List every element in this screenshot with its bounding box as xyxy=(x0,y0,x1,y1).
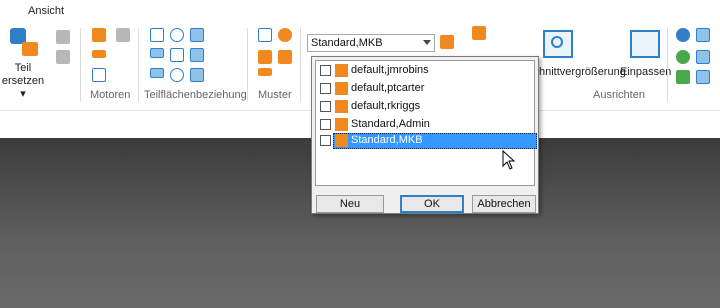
formula-icon[interactable] xyxy=(92,68,106,82)
group-separator xyxy=(247,28,248,102)
item-label: Standard,Admin xyxy=(351,118,430,130)
grid-icon[interactable] xyxy=(472,26,486,40)
distance-icon[interactable] xyxy=(170,48,184,62)
style-icon xyxy=(335,64,348,77)
item-label: Standard,MKB xyxy=(351,134,423,146)
free-orbit-icon[interactable] xyxy=(676,50,690,64)
group-separator xyxy=(138,28,139,102)
group-label-muster: Muster xyxy=(258,89,292,101)
fit-view-label[interactable]: Einpassen xyxy=(620,66,671,78)
group-separator xyxy=(667,28,668,102)
style-combo[interactable]: Standard,MKB xyxy=(307,34,435,52)
cam-icon[interactable] xyxy=(190,68,204,82)
item-label: default,rkriggs xyxy=(351,100,421,112)
zoom-area-label[interactable]: hnittvergrößerung xyxy=(539,66,626,78)
spring-icon[interactable] xyxy=(92,50,106,58)
style-icon xyxy=(335,82,348,95)
list-item[interactable]: Standard,Admin xyxy=(318,117,536,133)
parallel-icon[interactable] xyxy=(150,48,164,58)
camera-icon[interactable] xyxy=(696,70,710,84)
replace-part-icon[interactable] xyxy=(10,28,40,58)
look-at-icon[interactable] xyxy=(696,28,710,42)
cancel-button[interactable]: Abbrechen xyxy=(472,195,536,213)
item-label: default,jmrobins xyxy=(351,64,429,76)
replace-part-label-2: ersetzen ▾ xyxy=(1,75,45,100)
list-item[interactable]: default,rkriggs xyxy=(318,99,536,115)
style-combo-value: Standard,MKB xyxy=(311,37,383,49)
item-checkbox[interactable] xyxy=(320,83,331,94)
linear-motor-icon[interactable] xyxy=(116,28,130,42)
style-dropdown-panel: default,jmrobins default,ptcarter defaul… xyxy=(311,56,539,214)
pattern-icon[interactable] xyxy=(258,28,272,42)
component-copy-icon[interactable] xyxy=(56,50,70,64)
style-icon xyxy=(335,134,348,147)
sketch-pattern-icon[interactable] xyxy=(278,50,292,64)
concentric-icon[interactable] xyxy=(170,28,184,42)
item-label: default,ptcarter xyxy=(351,82,425,94)
ok-button[interactable]: OK xyxy=(400,195,464,213)
ribbon-tab-row: Ansicht xyxy=(0,0,720,22)
mirror-icon[interactable] xyxy=(258,50,272,64)
style-icon xyxy=(335,118,348,131)
perpendicular-icon[interactable] xyxy=(150,68,164,78)
rotate-icon[interactable] xyxy=(676,70,690,84)
component-icon[interactable] xyxy=(56,30,70,44)
gear-icon[interactable] xyxy=(170,68,184,82)
item-checkbox[interactable] xyxy=(320,65,331,76)
mouse-cursor-icon xyxy=(502,150,516,170)
list-item[interactable]: default,ptcarter xyxy=(318,81,536,97)
group-label-ausrichten: Ausrichten xyxy=(593,89,645,101)
replace-part-button[interactable]: Teil ersetzen ▾ xyxy=(0,62,46,101)
list-item-selected[interactable]: Standard,MKB xyxy=(318,133,537,149)
tangent-icon[interactable] xyxy=(190,28,204,42)
circular-pattern-icon[interactable] xyxy=(278,28,292,42)
zoom-area-icon[interactable] xyxy=(543,30,573,58)
group-separator xyxy=(80,28,81,102)
fit-view-icon[interactable] xyxy=(630,30,660,58)
new-button[interactable]: Neu xyxy=(316,195,384,213)
group-label-teilflaechen: Teilflächenbeziehung xyxy=(144,89,247,101)
style-settings-icon[interactable] xyxy=(440,35,454,49)
motor-icon[interactable] xyxy=(92,28,106,42)
group-label-motoren: Motoren xyxy=(90,89,131,101)
group-separator xyxy=(300,28,301,102)
item-checkbox[interactable] xyxy=(320,135,331,146)
angle-icon[interactable] xyxy=(190,48,204,62)
coincident-icon[interactable] xyxy=(150,28,164,42)
list-item[interactable]: default,jmrobins xyxy=(318,63,536,79)
view-cube-icon[interactable] xyxy=(696,50,710,64)
style-icon xyxy=(335,100,348,113)
item-checkbox[interactable] xyxy=(320,101,331,112)
item-checkbox[interactable] xyxy=(320,119,331,130)
chevron-down-icon[interactable] xyxy=(423,40,431,45)
table-pattern-icon[interactable] xyxy=(258,68,272,76)
orbit-icon[interactable] xyxy=(676,28,690,42)
replace-part-label-1: Teil xyxy=(14,62,32,74)
tab-ansicht[interactable]: Ansicht xyxy=(28,5,64,17)
